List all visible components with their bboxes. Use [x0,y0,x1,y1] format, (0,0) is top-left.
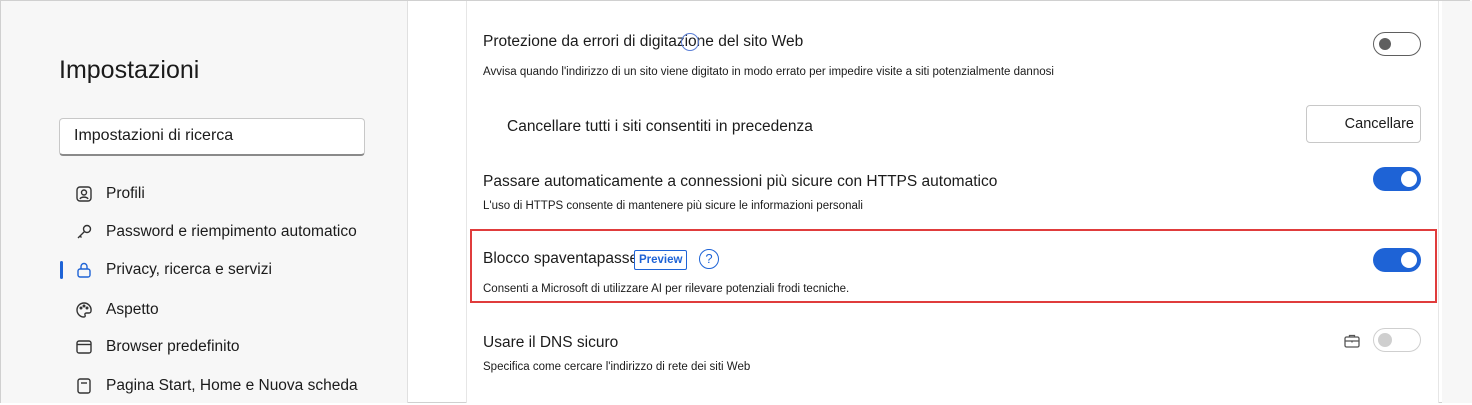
lock-icon [74,260,94,280]
secure-dns-toggle[interactable] [1373,328,1421,352]
typo-protection-title: Protezione da errori di digitazione del … [483,33,804,50]
help-icon[interactable]: ? [699,249,719,269]
home-page-icon [74,376,94,396]
sidebar-item-label: Pagina Start, Home e Nuova scheda [106,377,358,394]
scareware-toggle[interactable] [1373,248,1421,272]
toggle-knob [1401,252,1417,268]
key-icon [74,222,94,242]
https-toggle[interactable] [1373,167,1421,191]
sidebar-item-label: Browser predefinito [106,338,240,355]
typo-protection-desc: Avvisa quando l'indirizzo di un sito vie… [483,66,1054,78]
toggle-knob [1401,171,1417,187]
right-gutter [1442,1,1472,403]
clear-button[interactable]: Cancellare [1306,105,1421,143]
clear-sites-title: Cancellare tutti i siti consentiti in pr… [507,118,813,135]
preview-badge: Preview [634,250,688,270]
toggle-knob [1378,333,1392,347]
browser-icon [74,337,94,357]
search-box[interactable] [59,118,365,156]
palette-icon [74,300,94,320]
sidebar-item-profiles[interactable]: Profili [60,179,390,209]
sidebar-item-default-browser[interactable]: Browser predefinito [60,332,390,362]
sidebar-item-appearance[interactable]: Aspetto [60,295,390,325]
sidebar-item-start-page[interactable]: Pagina Start, Home e Nuova scheda [60,371,390,401]
secure-dns-desc: Specifica come cercare l'indirizzo di re… [483,361,751,373]
help-icon-overlay [681,33,699,51]
https-title: Passare automaticamente a connessioni pi… [483,173,998,190]
sidebar-title: Impostazioni [59,56,200,84]
sidebar-item-privacy[interactable]: Privacy, ricerca e servizi [60,255,390,285]
sidebar-item-label: Aspetto [106,301,159,318]
sidebar-item-passwords[interactable]: Password e riempimento automatico [60,217,390,247]
sidebar-item-label: Privacy, ricerca e servizi [106,261,272,278]
typo-protection-toggle[interactable] [1373,32,1421,56]
scareware-desc: Consenti a Microsoft di utilizzare AI pe… [483,283,850,295]
active-indicator [60,261,63,279]
toggle-knob [1379,38,1391,50]
secure-dns-title: Usare il DNS sicuro [483,334,619,351]
https-desc: L'uso di HTTPS consente di mantenere più… [483,200,863,212]
scareware-title: Blocco spaventapasseri [483,250,647,267]
search-input[interactable] [60,119,354,153]
briefcase-icon [1344,334,1360,348]
sidebar-item-label: Profili [106,185,145,202]
sidebar-item-label: Password e riempimento automatico [106,223,357,240]
profile-icon [74,184,94,204]
